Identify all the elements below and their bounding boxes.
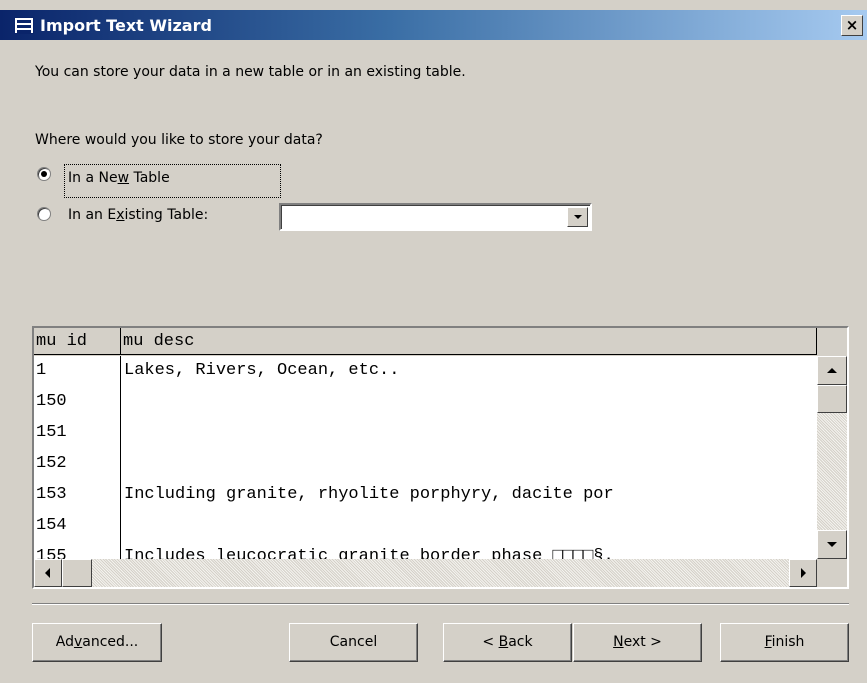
preview-rows: 1 Lakes, Rivers, Ocean, etc.. 150 151 15… bbox=[34, 356, 817, 559]
table-icon bbox=[14, 17, 34, 34]
arrow-down-icon bbox=[827, 542, 837, 547]
vertical-scroll-thumb[interactable] bbox=[817, 385, 847, 413]
arrow-up-icon bbox=[827, 368, 837, 373]
table-row: 153 Including granite, rhyolite porphyry… bbox=[34, 480, 817, 511]
cell-mu-id: 152 bbox=[36, 454, 67, 473]
import-text-wizard-dialog: Import Text Wizard × You can store your … bbox=[0, 0, 867, 683]
existing-table-radio[interactable] bbox=[37, 207, 51, 221]
table-row: 151 bbox=[34, 418, 817, 449]
arrow-left-icon bbox=[45, 568, 50, 578]
chevron-down-icon bbox=[574, 215, 582, 219]
close-button[interactable]: × bbox=[841, 15, 863, 36]
cell-mu-id: 150 bbox=[36, 392, 67, 411]
data-preview-grid[interactable]: mu id mu desc 1 Lakes, Rivers, Ocean, et… bbox=[32, 326, 849, 589]
combobox-dropdown-button[interactable] bbox=[567, 207, 588, 227]
window-title: Import Text Wizard bbox=[40, 16, 212, 35]
close-icon: × bbox=[845, 16, 859, 34]
finish-button[interactable]: Finish bbox=[720, 623, 849, 662]
arrow-right-icon bbox=[801, 568, 806, 578]
separator-line bbox=[32, 603, 849, 605]
cancel-button[interactable]: Cancel bbox=[289, 623, 418, 662]
cell-mu-id: 1 bbox=[36, 361, 47, 380]
table-row: 1 Lakes, Rivers, Ocean, etc.. bbox=[34, 356, 817, 387]
scroll-up-button[interactable] bbox=[817, 356, 847, 385]
next-button[interactable]: Next > bbox=[573, 623, 702, 662]
cell-mu-desc: Includes leucocratic granite border phas… bbox=[124, 547, 614, 559]
table-row: 150 bbox=[34, 387, 817, 418]
cell-mu-desc: Lakes, Rivers, Ocean, etc.. bbox=[124, 361, 400, 380]
title-bar: Import Text Wizard × bbox=[0, 10, 867, 40]
back-button[interactable]: < Back bbox=[443, 623, 572, 662]
scroll-down-button[interactable] bbox=[817, 530, 847, 559]
table-row: 152 bbox=[34, 449, 817, 480]
cell-mu-id: 155 bbox=[36, 547, 67, 559]
cell-mu-id: 151 bbox=[36, 423, 67, 442]
table-row: 154 bbox=[34, 511, 817, 542]
table-row: 155 Includes leucocratic granite border … bbox=[34, 542, 817, 559]
scroll-right-button[interactable] bbox=[789, 559, 817, 587]
intro-text: You can store your data in a new table o… bbox=[35, 64, 466, 80]
cell-mu-id: 153 bbox=[36, 485, 67, 504]
existing-table-label[interactable]: In an Existing Table: bbox=[68, 207, 208, 223]
cell-mu-id: 154 bbox=[36, 516, 67, 535]
advanced-button[interactable]: Advanced... bbox=[32, 623, 162, 662]
horizontal-scrollbar[interactable] bbox=[34, 559, 817, 587]
column-header-mu-id[interactable]: mu id bbox=[34, 328, 121, 355]
radio-selected-dot bbox=[41, 171, 47, 177]
horizontal-scroll-thumb[interactable] bbox=[62, 559, 92, 587]
existing-table-combobox[interactable] bbox=[279, 203, 592, 231]
cell-mu-desc: Including granite, rhyolite porphyry, da… bbox=[124, 485, 614, 504]
question-text: Where would you like to store your data? bbox=[35, 132, 323, 148]
new-table-label[interactable]: In a New Table bbox=[68, 170, 170, 186]
new-table-radio[interactable] bbox=[37, 167, 51, 181]
scroll-left-button[interactable] bbox=[34, 559, 62, 587]
column-header-mu-desc[interactable]: mu desc bbox=[121, 328, 817, 355]
vertical-scrollbar[interactable] bbox=[817, 356, 847, 559]
